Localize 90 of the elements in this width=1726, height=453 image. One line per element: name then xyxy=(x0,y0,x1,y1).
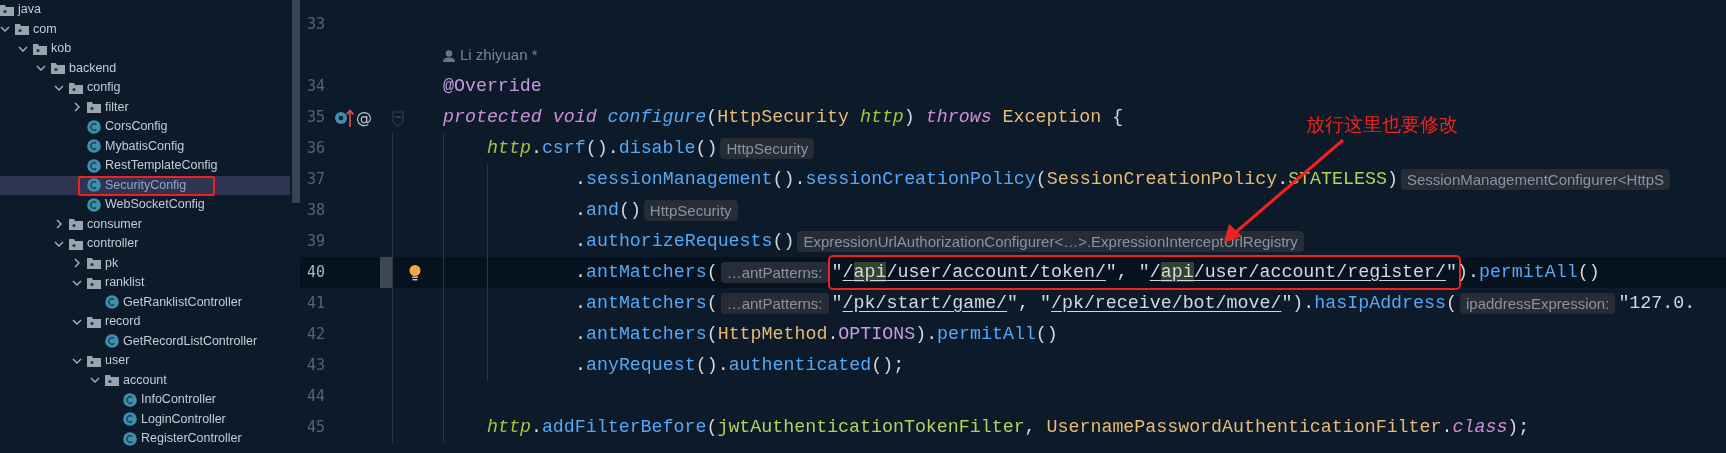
tree-item[interactable]: com xyxy=(0,19,290,39)
tree-item[interactable]: backend xyxy=(0,58,290,78)
code-text: http.addFilterBefore(jwtAuthenticationTokenFilter, UsernamePasswordAuthenticationFilter.class); xyxy=(487,415,1530,439)
class-icon xyxy=(87,158,101,173)
code-text: .antMatchers( xyxy=(575,291,718,315)
code-text: .anyRequest().authenticated(); xyxy=(575,353,905,377)
folder-icon xyxy=(69,81,83,94)
folder-icon xyxy=(87,257,101,270)
folder-icon xyxy=(15,23,29,36)
tree-item[interactable]: SecurityConfig xyxy=(0,175,290,195)
lightbulb-icon[interactable] xyxy=(408,264,422,281)
tree-item[interactable]: consumer xyxy=(0,214,290,234)
class-icon xyxy=(105,334,119,349)
tree-item[interactable]: RestTemplateConfig xyxy=(0,156,290,176)
code-text: .and() xyxy=(575,198,641,222)
code-text: http.csrf().disable() xyxy=(487,136,718,160)
inlay-hint: SessionManagementConfigurer<HttpS xyxy=(1400,169,1671,190)
tree-item[interactable]: filter xyxy=(0,97,290,117)
folder-icon xyxy=(87,315,101,328)
inlay-hint: …antPatterns: xyxy=(720,293,829,314)
line-number: 42 xyxy=(306,324,327,346)
person-icon xyxy=(443,49,455,62)
code-text: .antMatchers( xyxy=(575,260,718,284)
change-marker[interactable] xyxy=(380,257,392,288)
tree-item[interactable]: LoginController xyxy=(0,409,290,429)
line-number: 34 xyxy=(306,76,327,98)
tree-item[interactable]: InfoController xyxy=(0,390,290,410)
line-number: 39 xyxy=(306,231,327,253)
code-text: .authorizeRequests() xyxy=(575,229,795,253)
inlay-hint: HttpSecurity xyxy=(643,200,738,221)
folder-icon xyxy=(87,276,101,289)
code-text: @Override xyxy=(443,74,542,98)
chevron-right-icon xyxy=(72,258,82,269)
line-number: 37 xyxy=(306,169,327,191)
annotation-marker[interactable]: @ xyxy=(356,105,372,130)
folder-icon xyxy=(105,374,119,387)
tree-item[interactable]: MybatisConfig xyxy=(0,136,290,156)
tree-item[interactable]: config xyxy=(0,78,290,98)
class-icon xyxy=(105,295,119,310)
class-icon xyxy=(87,139,101,154)
tree-item[interactable]: java xyxy=(0,0,290,20)
line-number: 36 xyxy=(306,138,327,160)
tree-item[interactable]: user xyxy=(0,351,290,371)
scrollbar-thumb[interactable] xyxy=(292,0,300,203)
tree-item[interactable]: controller xyxy=(0,234,290,254)
override-icon[interactable] xyxy=(334,107,354,128)
tree-item[interactable]: pk xyxy=(0,253,290,273)
line-number: 43 xyxy=(306,355,327,377)
code-text: "127.0. xyxy=(1618,291,1696,315)
chevron-right-icon xyxy=(54,219,64,230)
tree-item[interactable]: CorsConfig xyxy=(0,117,290,137)
line-number: 33 xyxy=(306,14,327,36)
folder-icon xyxy=(87,354,101,367)
line-number: 40 xyxy=(306,262,327,284)
chevron-right-icon xyxy=(72,102,82,113)
author-hint[interactable]: Li zhiyuan * xyxy=(443,44,538,67)
folder-icon xyxy=(51,62,65,75)
folder-icon xyxy=(69,237,83,250)
tree-item[interactable]: kob xyxy=(0,39,290,59)
class-icon xyxy=(87,119,101,134)
line-number: 35 xyxy=(306,107,327,129)
tree-item[interactable]: WebSocketConfig xyxy=(0,195,290,215)
class-icon xyxy=(123,412,137,427)
folder-icon xyxy=(69,218,83,231)
line-number: 38 xyxy=(306,200,327,222)
tree-item[interactable]: RegisterController xyxy=(0,429,290,449)
line-number: 44 xyxy=(306,386,327,408)
tree-item[interactable]: GetRecordListController xyxy=(0,331,290,351)
inlay-hint: ExpressionUrlAuthorizationConfigurer<…>.ExpressionInterceptUrlRegistry xyxy=(797,231,1304,252)
folder-icon xyxy=(0,3,14,16)
class-icon xyxy=(123,431,137,446)
class-icon xyxy=(123,392,137,407)
code-text: "/pk/start/game/", "/pk/receive/bot/move/").hasIpAddress( xyxy=(831,291,1457,315)
inlay-hint: …antPatterns: xyxy=(720,262,829,283)
code-text: "/api/user/account/token/", "/api/user/account/register/" xyxy=(831,261,1457,282)
annotation-text: 放行这里也要修改 xyxy=(1306,112,1458,137)
inlay-hint: ipaddressExpression: xyxy=(1459,293,1616,314)
inlay-hint: HttpSecurity xyxy=(720,138,815,159)
folder-icon xyxy=(87,101,101,114)
tree-item[interactable]: account xyxy=(0,370,290,390)
line-number: 45 xyxy=(306,417,327,439)
tree-item[interactable]: record xyxy=(0,312,290,332)
tree-item[interactable]: GetRanklistController xyxy=(0,292,290,312)
folder-icon xyxy=(33,42,47,55)
code-text: .antMatchers(HttpMethod.OPTIONS).permitAll() xyxy=(575,322,1058,346)
line-number: 41 xyxy=(306,293,327,315)
tree-item[interactable]: ranklist xyxy=(0,273,290,293)
code-text: protected void configure(HttpSecurity http) throws Exception { xyxy=(443,105,1124,129)
class-icon xyxy=(87,197,101,212)
class-icon xyxy=(87,178,101,193)
